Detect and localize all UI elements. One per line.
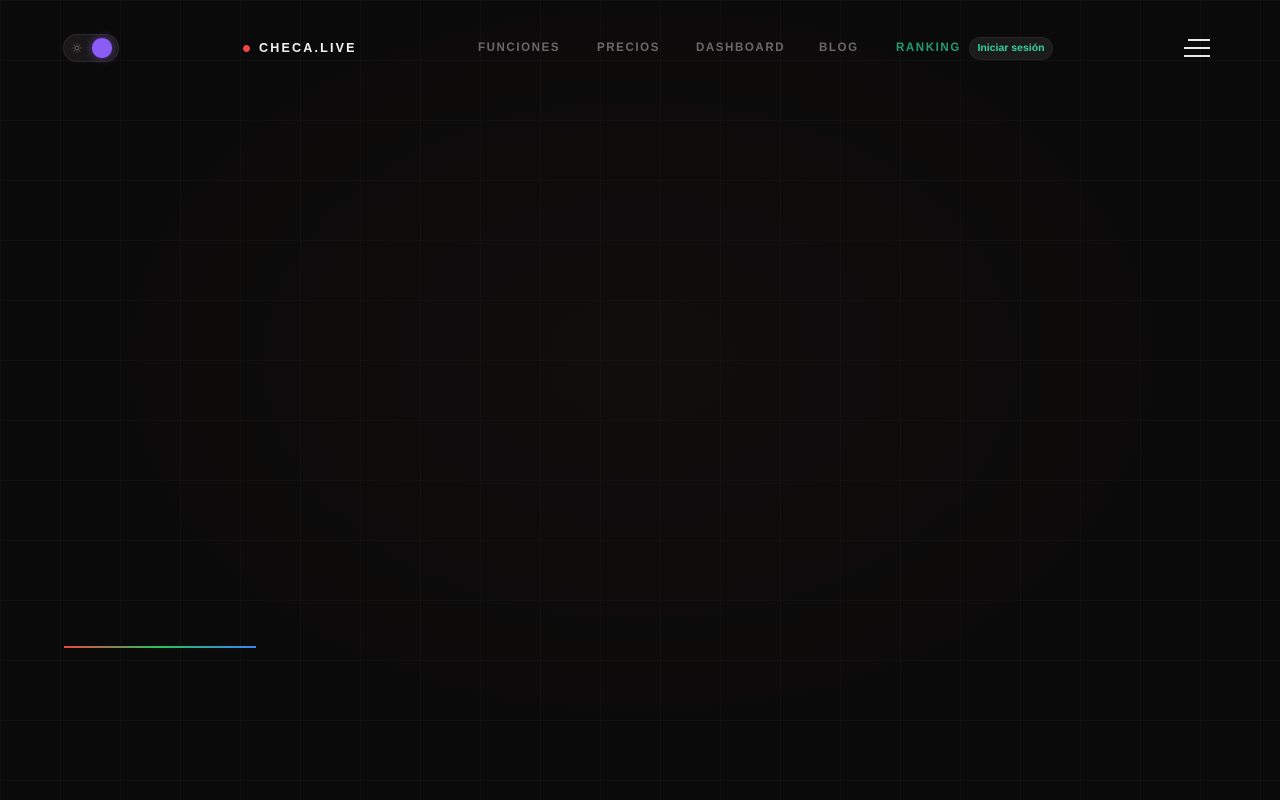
live-indicator-dot [243, 44, 250, 52]
nav-blog[interactable]: BLOG [819, 40, 859, 56]
landing-page: CHECA.LIVE FUNCIONES PRECIOS DASHBOARD B… [0, 0, 1280, 800]
login-button[interactable]: Iniciar sesión [969, 37, 1053, 60]
nav-ranking[interactable]: RANKING [896, 40, 961, 56]
nav-funciones[interactable]: FUNCIONES [478, 40, 560, 56]
hamburger-icon[interactable] [1184, 39, 1210, 58]
toggle-knob[interactable] [92, 38, 112, 58]
nav-dashboard[interactable]: DASHBOARD [696, 40, 785, 56]
gradient-progress-line [64, 646, 256, 648]
sun-icon [72, 43, 82, 53]
gradient-progress-fill [64, 646, 256, 648]
brand-name: CHECA.LIVE [259, 41, 357, 55]
nav-precios[interactable]: PRECIOS [597, 40, 660, 56]
brand-logo[interactable]: CHECA.LIVE [243, 40, 357, 56]
theme-toggle[interactable] [63, 34, 119, 62]
